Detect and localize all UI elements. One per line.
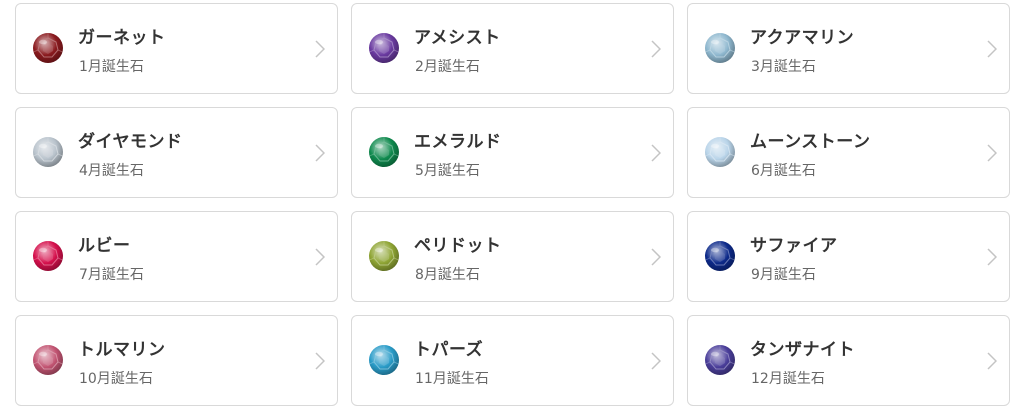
gem-month: 9月誕生石 bbox=[751, 267, 816, 283]
chevron-right-icon bbox=[987, 40, 997, 58]
birthstone-card-10[interactable]: トルマリン 10月誕生石 bbox=[15, 315, 338, 406]
sapphire-icon bbox=[704, 240, 736, 272]
gem-month: 1月誕生石 bbox=[79, 59, 144, 75]
chevron-right-icon bbox=[987, 248, 997, 266]
peridot-icon bbox=[368, 240, 400, 272]
gem-name: タンザナイト bbox=[750, 340, 855, 360]
chevron-right-icon bbox=[987, 144, 997, 162]
chevron-right-icon bbox=[651, 248, 661, 266]
gem-month: 8月誕生石 bbox=[415, 267, 480, 283]
gem-name: アクアマリン bbox=[750, 28, 855, 48]
chevron-right-icon bbox=[987, 352, 997, 370]
ruby-icon bbox=[32, 240, 64, 272]
gem-month: 5月誕生石 bbox=[415, 163, 480, 179]
birthstone-card-4[interactable]: ダイヤモンド 4月誕生石 bbox=[15, 107, 338, 198]
chevron-right-icon bbox=[315, 248, 325, 266]
birthstone-card-11[interactable]: トパーズ 11月誕生石 bbox=[351, 315, 674, 406]
gem-month: 11月誕生石 bbox=[415, 371, 489, 387]
gem-month: 6月誕生石 bbox=[751, 163, 816, 179]
gem-month: 2月誕生石 bbox=[415, 59, 480, 75]
tourmaline-icon bbox=[32, 344, 64, 376]
gem-name: ペリドット bbox=[414, 236, 502, 256]
gem-name: エメラルド bbox=[414, 132, 502, 152]
gem-month: 10月誕生石 bbox=[79, 371, 153, 387]
amethyst-icon bbox=[368, 32, 400, 64]
chevron-right-icon bbox=[651, 144, 661, 162]
gem-month: 7月誕生石 bbox=[79, 267, 144, 283]
garnet-icon bbox=[32, 32, 64, 64]
birthstone-card-8[interactable]: ペリドット 8月誕生石 bbox=[351, 211, 674, 302]
gem-name: トルマリン bbox=[78, 340, 166, 360]
gem-name: ガーネット bbox=[78, 28, 166, 48]
emerald-icon bbox=[368, 136, 400, 168]
birthstone-card-3[interactable]: アクアマリン 3月誕生石 bbox=[687, 3, 1010, 94]
birthstone-card-7[interactable]: ルビー 7月誕生石 bbox=[15, 211, 338, 302]
birthstone-card-6[interactable]: ムーンストーン 6月誕生石 bbox=[687, 107, 1010, 198]
tanzanite-icon bbox=[704, 344, 736, 376]
gem-name: ルビー bbox=[78, 236, 131, 256]
gem-name: アメシスト bbox=[414, 28, 501, 48]
birthstone-grid: ガーネット 1月誕生石 アメシスト 2月誕生石 アクアマリン 3月誕生石 ダイヤ… bbox=[15, 3, 1010, 406]
birthstone-card-1[interactable]: ガーネット 1月誕生石 bbox=[15, 3, 338, 94]
gem-month: 3月誕生石 bbox=[751, 59, 816, 75]
gem-month: 12月誕生石 bbox=[751, 371, 825, 387]
gem-name: ダイヤモンド bbox=[78, 132, 183, 152]
chevron-right-icon bbox=[315, 144, 325, 162]
chevron-right-icon bbox=[651, 352, 661, 370]
moonstone-icon bbox=[704, 136, 736, 168]
chevron-right-icon bbox=[651, 40, 661, 58]
birthstone-card-2[interactable]: アメシスト 2月誕生石 bbox=[351, 3, 674, 94]
chevron-right-icon bbox=[315, 352, 325, 370]
diamond-icon bbox=[32, 136, 64, 168]
gem-month: 4月誕生石 bbox=[79, 163, 144, 179]
birthstone-card-5[interactable]: エメラルド 5月誕生石 bbox=[351, 107, 674, 198]
gem-name: サファイア bbox=[750, 236, 838, 256]
aquamarine-icon bbox=[704, 32, 736, 64]
birthstone-card-12[interactable]: タンザナイト 12月誕生石 bbox=[687, 315, 1010, 406]
gem-name: ムーンストーン bbox=[750, 132, 871, 152]
gem-name: トパーズ bbox=[414, 340, 484, 360]
chevron-right-icon bbox=[315, 40, 325, 58]
topaz-icon bbox=[368, 344, 400, 376]
birthstone-card-9[interactable]: サファイア 9月誕生石 bbox=[687, 211, 1010, 302]
